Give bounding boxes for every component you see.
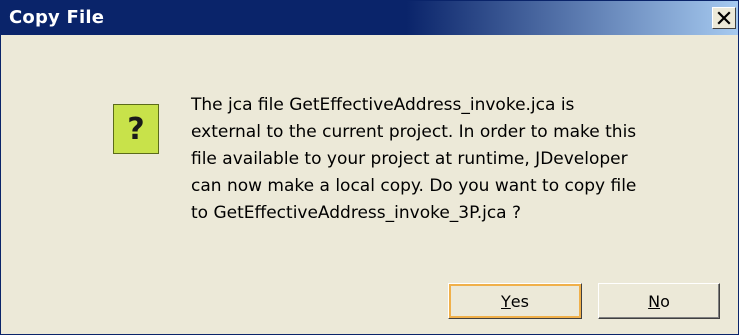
question-icon: ? bbox=[113, 104, 159, 154]
message-line: file available to your project at runtim… bbox=[191, 149, 628, 169]
yes-button[interactable]: Yes bbox=[448, 283, 582, 319]
title-bar[interactable]: Copy File bbox=[1, 1, 738, 35]
yes-mnemonic: Y bbox=[501, 291, 511, 311]
dialog-message: The jca file GetEffectiveAddress_invoke.… bbox=[191, 92, 711, 227]
no-button[interactable]: No bbox=[598, 283, 720, 319]
message-line: external to the current project. In orde… bbox=[191, 122, 637, 142]
close-icon bbox=[717, 11, 731, 25]
close-button[interactable] bbox=[712, 7, 736, 29]
no-label-rest: o bbox=[660, 291, 670, 311]
message-line: The jca file GetEffectiveAddress_invoke.… bbox=[191, 95, 575, 115]
dialog-title: Copy File bbox=[9, 7, 105, 28]
message-line: to GetEffectiveAddress_invoke_3P.jca ? bbox=[191, 203, 522, 223]
message-line: can now make a local copy. Do you want t… bbox=[191, 176, 637, 196]
copy-file-dialog: Copy File ? The jca file GetEffectiveAdd… bbox=[0, 0, 739, 335]
no-mnemonic: N bbox=[648, 291, 661, 311]
question-glyph: ? bbox=[127, 111, 145, 147]
yes-label-rest: es bbox=[510, 291, 529, 311]
